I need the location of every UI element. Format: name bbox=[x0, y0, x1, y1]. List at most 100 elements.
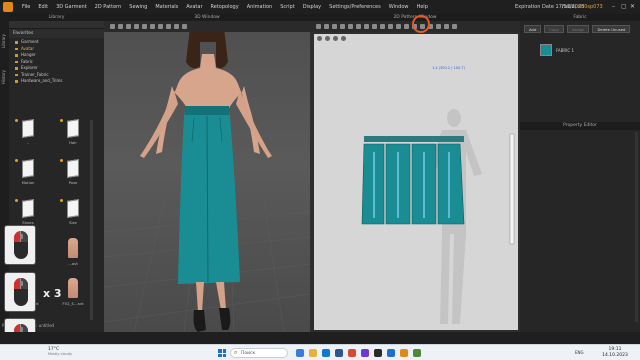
2d-scrollbar[interactable] bbox=[509, 133, 515, 245]
library-tile[interactable]: Hair bbox=[58, 116, 88, 156]
grading-icon[interactable] bbox=[444, 24, 449, 29]
move-tool-icon[interactable] bbox=[118, 24, 123, 29]
edit-curvature-icon[interactable] bbox=[332, 24, 337, 29]
menu-2d-pattern[interactable]: 2D Pattern bbox=[91, 4, 126, 10]
menu-animation[interactable]: Animation bbox=[243, 4, 277, 10]
tile-caption: .. bbox=[26, 140, 30, 145]
favorites-header[interactable]: Favorites bbox=[9, 29, 104, 38]
transform-pattern-icon[interactable] bbox=[316, 24, 321, 29]
library-tile[interactable]: ...avt bbox=[58, 236, 88, 276]
2d-view-tools bbox=[317, 36, 346, 41]
tree-item-hardware-trims[interactable]: Hardware_and_Trims bbox=[13, 78, 100, 85]
edge-icon[interactable] bbox=[322, 349, 330, 357]
status-bar bbox=[0, 332, 640, 344]
clo-taskbar-icon[interactable] bbox=[400, 349, 408, 357]
close-icon[interactable]: ✕ bbox=[630, 3, 635, 10]
dart-icon[interactable] bbox=[380, 24, 385, 29]
tab-history[interactable]: History bbox=[1, 70, 6, 84]
start-button-icon[interactable] bbox=[218, 349, 226, 357]
assign-fabric-button[interactable]: Assign bbox=[567, 25, 590, 33]
file-explorer-icon[interactable] bbox=[309, 349, 317, 357]
library-tile[interactable]: .. bbox=[13, 116, 43, 156]
menu-window[interactable]: Window bbox=[385, 4, 413, 10]
view-mode-icon[interactable] bbox=[317, 36, 322, 41]
ellipse-icon[interactable] bbox=[364, 24, 369, 29]
grid-toggle-icon[interactable] bbox=[341, 36, 346, 41]
add-point-icon[interactable] bbox=[340, 24, 345, 29]
menu-settings[interactable]: Settings/Preferences bbox=[325, 4, 385, 10]
menu-script[interactable]: Script bbox=[276, 4, 299, 10]
tab-library[interactable]: Library bbox=[1, 34, 6, 48]
language-indicator[interactable]: ENG bbox=[575, 350, 584, 355]
zoom-app-icon[interactable] bbox=[387, 349, 395, 357]
zoom-icon[interactable] bbox=[325, 36, 330, 41]
rectangle-icon[interactable] bbox=[356, 24, 361, 29]
app-icon[interactable] bbox=[413, 349, 421, 357]
2d-viewport[interactable]: 1.4 (300.2 / 100.7) bbox=[314, 34, 518, 330]
pressure-tool-icon[interactable] bbox=[182, 24, 187, 29]
select-tool-icon[interactable] bbox=[110, 24, 115, 29]
brush-tool-icon[interactable] bbox=[174, 24, 179, 29]
polygon-icon[interactable] bbox=[348, 24, 353, 29]
menu-sewing[interactable]: Sewing bbox=[125, 4, 151, 10]
pattern-piece bbox=[437, 143, 465, 225]
app-icon[interactable] bbox=[361, 349, 369, 357]
measure-icon[interactable] bbox=[158, 24, 163, 29]
library-tile[interactable]: Motion bbox=[13, 156, 43, 196]
fit-icon[interactable] bbox=[333, 36, 338, 41]
menu-retopology[interactable]: Retopology bbox=[207, 4, 243, 10]
app-root: File Edit 3D Garment 2D Pattern Sewing M… bbox=[0, 0, 640, 360]
fold-tool-icon[interactable] bbox=[126, 24, 131, 29]
property-scrollbar[interactable] bbox=[635, 132, 638, 322]
add-fabric-button[interactable]: Add bbox=[524, 25, 542, 33]
edit-sewing-icon[interactable] bbox=[404, 24, 409, 29]
right-panel: Fabric Add Copy Assign Delete Unused FAB… bbox=[520, 14, 640, 332]
library-scrollbar[interactable] bbox=[90, 120, 93, 320]
menu-display[interactable]: Display bbox=[299, 4, 325, 10]
free-sewing-icon[interactable] bbox=[396, 24, 401, 29]
2d-pattern-window: 2D Pattern Window 1.4 (300.2 / 100.7) bbox=[310, 14, 520, 332]
avatar-leg bbox=[196, 282, 204, 312]
weather-widget[interactable]: 17°C Mostly cloudy bbox=[48, 347, 72, 356]
segment-sewing-icon[interactable] bbox=[388, 24, 393, 29]
notch-icon[interactable] bbox=[436, 24, 441, 29]
obs-icon[interactable] bbox=[374, 349, 382, 357]
minimize-icon[interactable]: – bbox=[612, 3, 615, 10]
tile-caption: Motion bbox=[21, 180, 35, 185]
menu-materials[interactable]: Materials bbox=[151, 4, 182, 10]
fabric-list-item[interactable]: FABRIC 1 bbox=[540, 44, 574, 56]
store-icon[interactable] bbox=[335, 349, 343, 357]
simulate-icon[interactable] bbox=[142, 24, 147, 29]
menu-edit[interactable]: Edit bbox=[34, 4, 52, 10]
mirror-icon[interactable] bbox=[452, 24, 457, 29]
3d-viewport[interactable] bbox=[104, 32, 310, 332]
menu-help[interactable]: Help bbox=[412, 4, 431, 10]
library-tree: Garment Avatar Hanger Fabric Explorer Tr… bbox=[9, 38, 104, 86]
username-link[interactable]: dh0sp073 bbox=[578, 4, 603, 10]
tile-caption: Pose bbox=[68, 180, 78, 185]
arrange-icon[interactable] bbox=[150, 24, 155, 29]
menu-file[interactable]: File bbox=[18, 4, 34, 10]
favorite-dot-icon bbox=[15, 159, 18, 162]
library-tile[interactable]: Size bbox=[58, 196, 88, 236]
clock[interactable]: 19:11 14.10.2023 bbox=[600, 347, 630, 359]
delete-unused-button[interactable]: Delete Unused bbox=[592, 25, 631, 33]
internal-line-icon[interactable] bbox=[372, 24, 377, 29]
copy-fabric-button[interactable]: Copy bbox=[544, 25, 564, 33]
library-title: Library bbox=[9, 14, 104, 21]
folder-icon bbox=[22, 159, 34, 178]
pin-tool-icon[interactable] bbox=[134, 24, 139, 29]
edit-pattern-icon[interactable] bbox=[324, 24, 329, 29]
menu-avatar[interactable]: Avatar bbox=[182, 4, 206, 10]
menu-3d-garment[interactable]: 3D Garment bbox=[52, 4, 91, 10]
library-tile[interactable]: FV2_S...avt bbox=[58, 276, 88, 316]
texture-tool-icon[interactable] bbox=[166, 24, 171, 29]
chrome-icon[interactable] bbox=[348, 349, 356, 357]
mouse-icon bbox=[14, 231, 28, 259]
folder-icon bbox=[67, 199, 79, 218]
task-view-icon[interactable] bbox=[296, 349, 304, 357]
maximize-icon[interactable]: ▢ bbox=[621, 3, 627, 10]
library-tile[interactable]: Pose bbox=[58, 156, 88, 196]
folder-icon bbox=[67, 119, 79, 138]
taskbar-search[interactable]: Поиск bbox=[230, 348, 288, 358]
